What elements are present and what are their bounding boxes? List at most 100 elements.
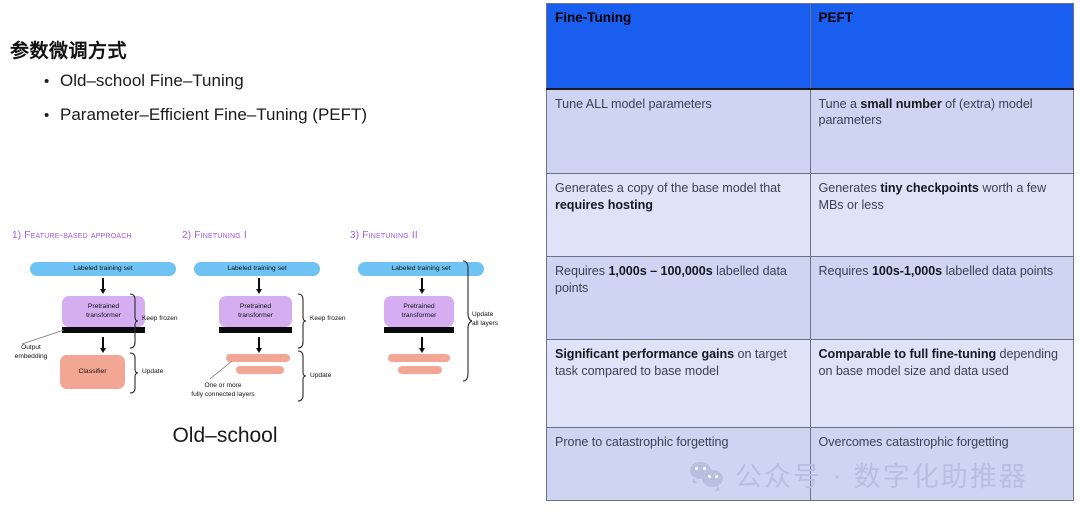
bullet-marker: • (44, 73, 50, 90)
table-header-fine-tuning: Fine-Tuning (546, 3, 811, 90)
arrow-down-icon (417, 337, 427, 354)
finetuning-vs-peft-table: Fine-Tuning PEFT Tune ALL model paramete… (546, 3, 1074, 501)
diagram-column-title-text: Finetuning II (362, 230, 418, 241)
update-label-line2: all layers (472, 319, 499, 327)
table-row: Tune ALL model parameters Tune a small n… (546, 88, 1074, 174)
diagram-column-title-text: Feature-based approach (24, 230, 132, 241)
diagram-column-finetuning-2: 3) Finetuning II Labeled training set Pr… (340, 222, 520, 427)
model-label-line2: transformer (238, 311, 273, 319)
model-label-line1: Pretrained (403, 303, 435, 311)
model-label-line1: Pretrained (239, 303, 272, 311)
table-cell-left: Significant performance gains on target … (546, 339, 811, 428)
table-row: Generates a copy of the base model that … (546, 173, 1074, 257)
fully-connected-layer-bar-2 (398, 366, 442, 374)
table-row: Significant performance gains on target … (546, 339, 1074, 428)
table-row: Prone to catastrophic forgetting Overcom… (546, 427, 1074, 501)
table-cell-right: Overcomes catastrophic forgetting (809, 427, 1074, 501)
page-title: 参数微调方式 (10, 41, 128, 62)
update-label: Update (310, 372, 332, 379)
labeled-training-set-box: Labeled training set (194, 262, 320, 276)
cell-text: Tune a small number of (extra) model par… (818, 96, 1033, 128)
diagram-column-feature-based: 1) Feature-based approach Labeled traini… (2, 222, 182, 427)
pretrained-transformer-box: Pretrained transformer (219, 296, 292, 327)
classifier-box: Classifier (60, 355, 125, 389)
arrow-down-icon (417, 278, 427, 295)
diagram-column-title: 1) Feature-based approach (12, 230, 132, 241)
cell-text: Requires 100s-1,000s labelled data point… (818, 264, 1054, 278)
fully-connected-layer-bar-2 (236, 366, 284, 374)
slide-root: 参数微调方式 • Old–school Fine–Tuning • Paramete… (0, 0, 1080, 514)
bullet-marker: • (44, 107, 50, 124)
table-row: Requires 1,000s – 100,000s labelled data… (546, 256, 1074, 340)
model-label-line2: transformer (401, 311, 437, 319)
arrow-down-icon (254, 337, 264, 354)
diagram-column-number: 3) (350, 230, 360, 241)
cell-text: Generates a copy of the base model that … (555, 181, 781, 212)
table-cell-right: Requires 100s-1,000s labelled data point… (809, 256, 1074, 340)
output-embedding-bar (384, 327, 454, 333)
output-embedding-note: Output embedding (4, 344, 58, 361)
cell-text: Significant performance gains on target … (555, 347, 787, 378)
cell-text: Requires 1,000s – 100,000s labelled data… (555, 264, 787, 295)
bullet-text: Parameter–Efficient Fine–Tuning (PEFT) (60, 105, 368, 124)
bullet-item-0: • Old–school Fine–Tuning (44, 71, 244, 91)
keep-frozen-brace (128, 293, 138, 349)
note-line1: Output (21, 344, 41, 351)
labeled-training-set-box: Labeled training set (30, 262, 176, 276)
cell-text: Tune ALL model parameters (555, 96, 712, 111)
table-header-row: Fine-Tuning PEFT (546, 3, 1074, 90)
arrow-down-icon (254, 278, 264, 295)
table-cell-right: Generates tiny checkpoints worth a few M… (809, 173, 1074, 257)
table-cell-right: Comparable to full fine-tuning depending… (809, 339, 1074, 428)
diagram-column-title-text: Finetuning I (194, 230, 247, 241)
pretrained-transformer-box: Pretrained transformer (384, 296, 454, 327)
cell-text: Overcomes catastrophic forgetting (818, 435, 1009, 449)
comparison-table-container: Fine-Tuning PEFT Tune ALL model paramete… (546, 3, 1074, 501)
diagram-column-title: 2) Finetuning I (182, 230, 247, 241)
model-label-line2: transformer (86, 311, 121, 319)
output-embedding-bar (219, 327, 292, 333)
finetuning-approaches-diagram: 1) Feature-based approach Labeled traini… (0, 222, 540, 427)
diagram-column-finetuning-1: 2) Finetuning I Labeled training set Pre… (172, 222, 352, 427)
model-label-line1: Pretrained (87, 303, 120, 311)
table-cell-left: Generates a copy of the base model that … (546, 173, 811, 257)
fully-connected-layer-bar-1 (226, 354, 290, 362)
diagram-column-number: 1) (12, 230, 22, 241)
bullet-text: Old–school Fine–Tuning (60, 71, 244, 90)
update-brace (128, 352, 138, 394)
update-brace (296, 350, 306, 402)
table-cell-left: Requires 1,000s – 100,000s labelled data… (546, 256, 811, 340)
cell-text: Comparable to full fine-tuning depending… (818, 347, 1059, 378)
labeled-training-set-label: Labeled training set (73, 264, 133, 272)
cell-text: Prone to catastrophic forgetting (555, 435, 729, 449)
diagram-column-number: 2) (182, 230, 192, 241)
classifier-label: Classifier (78, 367, 107, 375)
pretrained-transformer-label: Pretrained transformer (402, 303, 437, 320)
arrow-down-icon (98, 337, 108, 354)
note-line1: One or more (204, 382, 242, 389)
note-line2: fully connected layers (191, 390, 255, 398)
table-header-peft: PEFT (809, 3, 1074, 90)
fully-connected-layer-bar-1 (388, 354, 450, 362)
note-line2: embedding (14, 352, 48, 360)
table-cell-left: Prone to catastrophic forgetting (546, 427, 811, 501)
labeled-training-set-label: Labeled training set (227, 264, 287, 272)
update-all-layers-label: Update all layers (472, 311, 520, 328)
cell-text: Generates tiny checkpoints worth a few M… (818, 181, 1047, 212)
pretrained-transformer-label: Pretrained transformer (238, 303, 273, 320)
fully-connected-leader-line (208, 359, 234, 381)
table-cell-left: Tune ALL model parameters (546, 88, 811, 174)
arrow-down-icon (98, 278, 108, 295)
update-label-line1: Update (472, 311, 494, 318)
update-label: Update (142, 368, 164, 375)
keep-frozen-brace (296, 293, 306, 349)
labeled-training-set-label: Labeled training set (391, 264, 451, 272)
bullet-item-1: • Parameter–Efficient Fine–Tuning (PEFT) (44, 105, 367, 125)
update-all-layers-brace (460, 260, 472, 382)
left-slide-panel: 参数微调方式 • Old–school Fine–Tuning • Paramete… (0, 0, 540, 514)
fully-connected-note: One or more fully connected layers (168, 382, 278, 399)
table-cell-right: Tune a small number of (extra) model par… (809, 88, 1074, 174)
diagram-caption: Old–school (172, 424, 278, 447)
pretrained-transformer-label: Pretrained transformer (86, 303, 121, 320)
diagram-column-title: 3) Finetuning II (350, 230, 418, 241)
